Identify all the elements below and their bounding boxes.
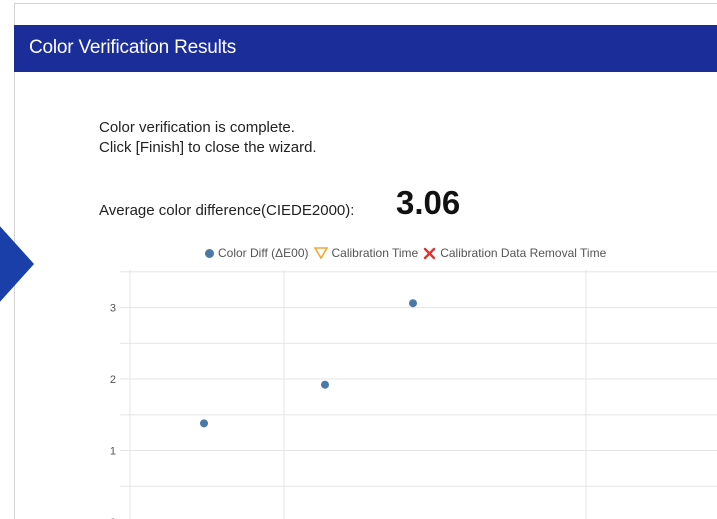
y-tick-label: 2 <box>110 374 116 386</box>
data-point <box>321 380 329 389</box>
y-tick-label: 1 <box>110 446 116 458</box>
wizard-window: Color Verification Results Color verific… <box>0 0 717 519</box>
data-point <box>200 419 208 428</box>
color-diff-chart: 3210 <box>110 270 717 519</box>
data-point <box>409 299 417 308</box>
y-tick-label: 3 <box>110 303 116 315</box>
